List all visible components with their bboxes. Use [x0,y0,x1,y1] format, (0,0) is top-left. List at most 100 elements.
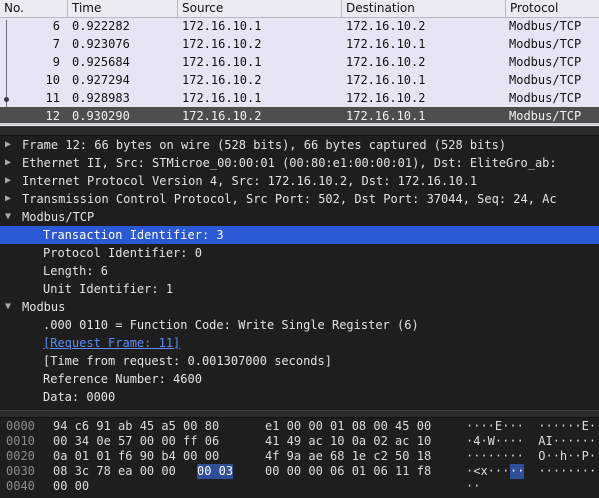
packet-protocol: Modbus/TCP [509,37,582,51]
packet-time: 0.928983 [72,91,130,105]
packet-destination: 172.16.10.1 [346,73,426,87]
packet-no: 11 [45,91,60,105]
packet-destination: 172.16.10.2 [346,91,426,105]
collapse-arrow-icon[interactable]: ▼ [5,208,15,226]
tree-item-label: Frame 12: 66 bytes on wire (528 bits), 6… [22,138,507,152]
packet-destination: 172.16.10.1 [346,37,426,51]
tree-field-transaction-id-selected[interactable]: Transaction Identifier: 3 [0,226,599,244]
tree-item-label: Modbus [22,300,66,314]
packet-time: 0.925684 [72,55,130,69]
tree-field-label: Unit Identifier: 1 [43,282,174,296]
hex-ascii[interactable]: ·4·W···· AI······ [466,434,596,449]
packet-details-tree[interactable]: ▶ Frame 12: 66 bytes on wire (528 bits),… [0,136,599,410]
hex-bytes[interactable]: 00 00 00 06 01 06 11 f8 [265,464,431,479]
column-header-time[interactable]: Time [67,0,177,17]
hex-offset: 0020 [6,449,35,463]
hex-ascii[interactable]: ·<x··· [466,464,509,479]
tree-field-reference-number[interactable]: Reference Number: 4600 [0,370,599,388]
packet-no: 6 [52,19,60,33]
tree-field-time-from-request[interactable]: [Time from request: 0.001307000 seconds] [0,352,599,370]
packet-time: 0.927294 [72,73,130,87]
expand-arrow-icon[interactable]: ▶ [5,172,15,190]
tree-field-function-code[interactable]: .000 0110 = Function Code: Write Single … [0,316,599,334]
hex-bytes[interactable]: 94 c6 91 ab 45 a5 00 80 [53,419,219,434]
column-header-protocol[interactable]: Protocol [505,0,599,17]
expand-arrow-icon[interactable]: ▶ [5,154,15,172]
tree-field-label: Transaction Identifier: 3 [43,228,224,242]
packet-row[interactable]: 6 0.922282 172.16.10.1 172.16.10.2 Modbu… [0,17,599,35]
hex-row[interactable]: 0010 00 34 0e 57 00 00 ff 06 41 49 ac 10… [0,434,599,449]
tree-field-request-frame[interactable]: [Request Frame: 11] [0,334,599,352]
tree-field-label: Protocol Identifier: 0 [43,246,202,260]
packet-row[interactable]: 10 0.927294 172.16.10.2 172.16.10.1 Modb… [0,71,599,89]
hex-dump-pane[interactable]: 0000 94 c6 91 ab 45 a5 00 80 e1 00 00 01… [0,418,599,498]
packet-destination: 172.16.10.1 [346,109,426,123]
tree-item-label: Transmission Control Protocol, Src Port:… [22,192,557,206]
tree-field-unit-id[interactable]: Unit Identifier: 1 [0,280,599,298]
tree-field-protocol-id[interactable]: Protocol Identifier: 0 [0,244,599,262]
tree-item-modbus-tcp[interactable]: ▼ Modbus/TCP [0,208,599,226]
packet-no: 10 [45,73,60,87]
packet-source: 172.16.10.2 [182,73,262,87]
hex-bytes[interactable]: 4f 9a ae 68 1e c2 50 18 [265,449,431,464]
hex-ascii-highlighted[interactable]: ·· [510,464,525,479]
tree-field-data[interactable]: Data: 0000 [0,388,599,406]
expand-arrow-icon[interactable]: ▶ [5,190,15,208]
packet-no: 12 [45,109,60,123]
packet-row[interactable]: 11 0.928983 172.16.10.1 172.16.10.2 Modb… [0,89,599,107]
tree-field-length[interactable]: Length: 6 [0,262,599,280]
packet-row-selected[interactable]: 12 0.930290 172.16.10.2 172.16.10.1 Modb… [0,107,599,125]
hex-ascii[interactable]: ········ [524,464,596,479]
hex-bytes[interactable]: 00 00 [53,479,89,494]
packet-list[interactable]: No. Time Source Destination Protocol 6 0… [0,0,599,126]
hex-offset: 0010 [6,434,35,448]
packet-source: 172.16.10.1 [182,55,262,69]
hex-bytes-highlighted[interactable]: 00 03 [197,464,234,479]
packet-source: 172.16.10.1 [182,91,262,105]
packet-protocol: Modbus/TCP [509,73,582,87]
hex-ascii[interactable]: ····E··· ······E· [466,419,596,434]
hex-row[interactable]: 0040 00 00 ·· [0,479,599,494]
hex-ascii[interactable]: ········ O··h··P· [466,449,596,464]
collapse-arrow-icon[interactable]: ▼ [5,298,15,316]
tree-item-ethernet[interactable]: ▶ Ethernet II, Src: STMicroe_00:00:01 (0… [0,154,599,172]
hex-row[interactable]: 0030 08 3c 78 ea 00 00 00 03 00 00 00 06… [0,464,599,479]
column-header-source[interactable]: Source [177,0,341,17]
tree-item-frame[interactable]: ▶ Frame 12: 66 bytes on wire (528 bits),… [0,136,599,154]
hex-bytes[interactable]: 0a 01 01 f6 90 b4 00 00 [53,449,219,464]
column-header-no[interactable]: No. [0,0,67,17]
tree-field-label: .000 0110 = Function Code: Write Single … [43,318,419,332]
pane-splitter[interactable] [0,126,599,136]
packet-list-header: No. Time Source Destination Protocol [0,0,599,18]
tree-field-label: Data: 0000 [43,390,116,404]
packet-no: 7 [52,37,60,51]
tree-item-label: Internet Protocol Version 4, Src: 172.16… [22,174,478,188]
hex-offset: 0040 [6,479,35,493]
packet-time: 0.930290 [72,109,130,123]
packet-row[interactable]: 7 0.923076 172.16.10.2 172.16.10.1 Modbu… [0,35,599,53]
packet-source: 172.16.10.2 [182,109,262,123]
request-frame-link[interactable]: [Request Frame: 11] [43,334,180,352]
hex-bytes[interactable]: 41 49 ac 10 0a 02 ac 10 [265,434,431,449]
hex-bytes[interactable]: 00 34 0e 57 00 00 ff 06 [53,434,219,449]
hex-row[interactable]: 0000 94 c6 91 ab 45 a5 00 80 e1 00 00 01… [0,419,599,434]
hex-row[interactable]: 0020 0a 01 01 f6 90 b4 00 00 4f 9a ae 68… [0,449,599,464]
packet-row[interactable]: 9 0.925684 172.16.10.1 172.16.10.2 Modbu… [0,53,599,71]
hex-ascii[interactable]: ·· [466,479,480,494]
hex-offset: 0000 [6,419,35,433]
packet-protocol: Modbus/TCP [509,91,582,105]
hex-bytes[interactable]: 08 3c 78 ea 00 00 [53,464,183,479]
packet-time: 0.923076 [72,37,130,51]
tree-item-modbus[interactable]: ▼ Modbus [0,298,599,316]
tree-field-label: Length: 6 [43,264,109,278]
tree-item-tcp[interactable]: ▶ Transmission Control Protocol, Src Por… [0,190,599,208]
packet-time: 0.922282 [72,19,130,33]
packet-protocol: Modbus/TCP [509,19,582,33]
tree-field-label: [Time from request: 0.001307000 seconds] [43,354,332,368]
pane-splitter[interactable] [0,410,599,418]
packet-source: 172.16.10.1 [182,19,262,33]
column-header-destination[interactable]: Destination [341,0,505,17]
expand-arrow-icon[interactable]: ▶ [5,136,15,154]
tree-item-ip[interactable]: ▶ Internet Protocol Version 4, Src: 172.… [0,172,599,190]
hex-bytes[interactable]: e1 00 00 01 08 00 45 00 [265,419,431,434]
